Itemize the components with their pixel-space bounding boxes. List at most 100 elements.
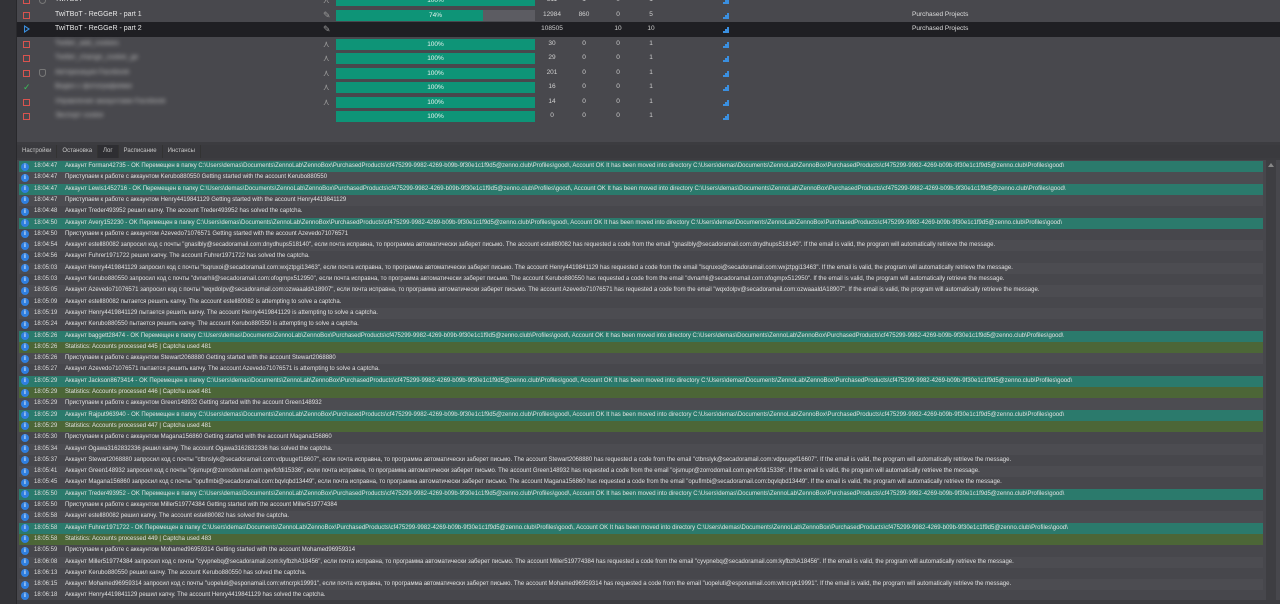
bar-chart-icon[interactable]: [723, 41, 729, 48]
info-icon: i: [21, 411, 29, 420]
bar-chart-icon[interactable]: [723, 70, 729, 77]
bar-chart-icon[interactable]: [723, 12, 729, 19]
log-text: Statistics: Accounts processed 449 | Cap…: [65, 535, 212, 542]
progress-bar: 74%: [336, 9, 535, 21]
progress-label: 100%: [427, 55, 444, 62]
log-text: Аккаунт Kerubo880550 решил капчу. The ac…: [65, 569, 307, 576]
log-text: Аккаунт Fuhrer1971722 - OK Перемещен в п…: [65, 524, 1068, 531]
tab-1[interactable]: Остановка: [57, 145, 99, 158]
edit-icon[interactable]: ✎: [323, 22, 331, 37]
log-text: Аккаунт Fuhrer1971722 решил капчу. The a…: [65, 253, 310, 260]
log-row: i 18:05:58 Аккаунт Fuhrer1971722 - OK Пере…: [19, 522, 1263, 534]
count-c2: 0: [582, 112, 586, 119]
project-row[interactable]: TwiTBoT - ReGGeR - part 2 ✎ 108505 10 10 Purc…: [17, 22, 1280, 37]
info-icon: i: [21, 185, 29, 194]
stop-icon[interactable]: [23, 55, 30, 62]
stop-icon[interactable]: [23, 0, 30, 4]
project-row[interactable]: Twitter_add_cookies ⋏ 100% 30 0 0 1: [17, 37, 1280, 52]
info-icon: i: [21, 286, 29, 295]
log-text: Аккаунт Miller519774384 запросил код с п…: [65, 558, 1014, 565]
count-c2: 0: [582, 39, 586, 47]
count-c1: 30: [548, 39, 556, 47]
branch-icon[interactable]: ⋏: [323, 66, 330, 81]
log-text: Приступаем к работе с аккаунтом Henry441…: [65, 196, 347, 203]
log-text: Statistics: Accounts processed 445 | Cap…: [65, 343, 212, 350]
info-icon: i: [21, 298, 29, 307]
project-row[interactable]: TwiTBoT - ReGGeR - part 1 ✎ 74% 12984 860 0 5 P…: [17, 8, 1280, 23]
stop-icon[interactable]: [23, 98, 30, 106]
scroll-up-icon[interactable]: [1268, 163, 1274, 167]
stop-icon[interactable]: [23, 113, 30, 120]
chart-bar: [727, 70, 729, 77]
progress-label: 100%: [427, 40, 444, 48]
log-time: 18:04:56: [34, 253, 58, 260]
log-time: 18:05:58: [34, 524, 58, 531]
log-row: i 18:05:29 Аккаунт Rajput963940 - OK Перем…: [19, 409, 1263, 421]
bar-chart-icon[interactable]: [723, 27, 729, 33]
log-row: i 18:05:09 Аккаунт estell80082 пытается ре…: [19, 297, 1263, 308]
log-time: 18:05:59: [34, 547, 58, 554]
play-icon[interactable]: [24, 25, 30, 33]
bar-chart-icon[interactable]: [723, 85, 729, 91]
project-row[interactable]: Экспорт cookie 100% 0 0 0 1: [17, 109, 1280, 124]
tab-0[interactable]: Настройки: [17, 145, 58, 158]
project-row[interactable]: ✓ Видео с фотографиями ⋏ 100% 16 0 0 1: [17, 80, 1280, 95]
log-time: 18:05:29: [34, 422, 58, 429]
progress-bar: 100%: [336, 111, 535, 122]
chart-bar: [727, 85, 729, 91]
log-text: Аккаунт Stewart2068880 запросил код с по…: [65, 456, 1012, 463]
branch-icon[interactable]: ⋏: [323, 80, 330, 95]
progress-label: 100%: [427, 69, 444, 77]
log-row: i 18:05:30 Приступаем к работе с аккаунтом…: [19, 432, 1263, 443]
log-text: Аккаунт baggett28474 - OK Перемещен в па…: [65, 332, 1064, 339]
bar-chart-icon[interactable]: [723, 114, 729, 120]
tab-2[interactable]: Лог: [98, 145, 119, 158]
progress-bar: 100%: [336, 96, 535, 108]
branch-icon[interactable]: ⋏: [323, 95, 330, 110]
chart-bar: [727, 41, 729, 48]
count-c1: 14: [548, 97, 556, 105]
branch-icon[interactable]: ⋏: [323, 37, 330, 52]
count-c4: 1: [636, 0, 666, 8]
info-icon: i: [21, 546, 29, 555]
tab-4[interactable]: Инстансы: [163, 145, 201, 158]
info-icon: i: [21, 365, 29, 374]
info-icon: i: [21, 445, 29, 453]
count-c1: 108505: [541, 25, 563, 32]
tab-3[interactable]: Расписание: [119, 145, 163, 158]
log-row: i 18:05:29 Приступаем к работе с аккаунтом…: [19, 398, 1263, 410]
stop-icon[interactable]: [23, 69, 30, 77]
count-c3: 0: [616, 83, 620, 90]
stop-icon[interactable]: [23, 11, 30, 19]
log-scrollbar[interactable]: [1266, 160, 1276, 600]
info-icon: i: [21, 241, 29, 250]
log-text: Приступаем к работе с аккаунтом Kerubo88…: [65, 174, 328, 181]
project-row[interactable]: Авторизация Facebook ⋏ 100% 201 0 0 1: [17, 66, 1280, 81]
bar-chart-icon[interactable]: [723, 56, 729, 62]
branch-icon[interactable]: ⋏: [323, 0, 330, 8]
log-text: Аккаунт Henry4419841129 запросил код с п…: [65, 264, 1013, 271]
count-c3: 0: [616, 39, 620, 47]
log-text: Приступаем к работе с аккаунтом Stewart2…: [65, 355, 336, 362]
project-row[interactable]: TwiTBoT⋏100%311101: [17, 0, 1280, 8]
log-time: 18:05:27: [34, 366, 58, 373]
project-row[interactable]: Twitter_change_cookie_ge ⋏ 100% 29 0 0 1: [17, 51, 1280, 66]
count-c4: 1: [649, 97, 653, 105]
log-time: 18:06:15: [34, 581, 58, 588]
log-time: 18:04:47: [34, 196, 58, 203]
bar-chart-icon[interactable]: [723, 99, 729, 106]
log-text: Аккаунт Azevedo71076571 запросил код с п…: [65, 287, 1040, 294]
log-text: Аккаунт Henry4419841129 решил капчу. The…: [65, 592, 326, 599]
project-row[interactable]: Управление аккаунтами Facebook ⋏ 100% 14 0 0 1: [17, 95, 1280, 110]
log-text: Аккаунт Green148932 запросил код с почты…: [65, 468, 980, 475]
branch-icon[interactable]: ⋏: [323, 51, 330, 66]
count-c3: 0: [616, 10, 620, 18]
check-icon[interactable]: ✓: [23, 80, 31, 92]
edit-icon[interactable]: ✎: [323, 8, 331, 23]
log-text: Аккаунт Henry4419841129 пытается решить …: [65, 309, 378, 316]
info-icon: i: [21, 524, 29, 533]
bar-chart-icon[interactable]: [723, 0, 729, 4]
log-row: i 18:05:26 Приступаем к работе с аккаунтом…: [19, 353, 1263, 365]
log-time: 18:05:09: [34, 298, 58, 305]
stop-icon[interactable]: [23, 40, 30, 48]
